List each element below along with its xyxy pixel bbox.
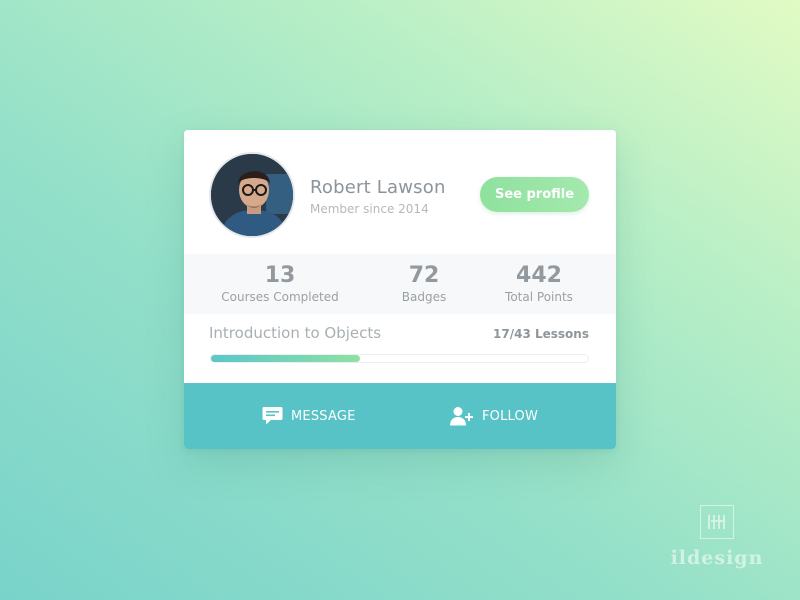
stat-value: 442 <box>516 263 562 288</box>
stat-badges: 72 Badges <box>389 263 459 305</box>
profile-name: Robert Lawson <box>310 177 446 198</box>
progress-track <box>210 354 589 363</box>
chat-bubble-icon <box>262 406 283 426</box>
stat-value: 13 <box>264 263 296 288</box>
add-user-icon <box>450 406 474 426</box>
stat-label: Courses Completed <box>221 290 339 304</box>
profile-card: Robert Lawson Member since 2014 See prof… <box>184 130 616 449</box>
course-title: Introduction to Objects <box>209 324 382 342</box>
stat-label: Badges <box>401 290 447 304</box>
stats-bar: 13 Courses Completed 72 Badges 442 Total… <box>184 254 616 314</box>
follow-button[interactable]: FOLLOW <box>450 383 538 449</box>
watermark-logo: ildesign <box>662 505 772 575</box>
message-button[interactable]: MESSAGE <box>262 383 356 449</box>
member-since: Member since 2014 <box>310 202 429 216</box>
message-label: MESSAGE <box>291 408 356 424</box>
stat-label: Total Points <box>505 290 573 304</box>
progress-fill <box>211 355 361 362</box>
watermark-text: ildesign <box>670 547 764 569</box>
action-footer: MESSAGE FOLLOW <box>184 383 616 449</box>
avatar-photo <box>211 154 293 236</box>
stat-value: 72 <box>408 263 440 288</box>
lessons-count: 17/43 Lessons <box>493 327 589 341</box>
stat-points: 442 Total Points <box>489 263 589 305</box>
stat-courses: 13 Courses Completed <box>220 263 340 305</box>
see-profile-button[interactable]: See profile <box>480 177 589 212</box>
profile-header: Robert Lawson Member since 2014 See prof… <box>184 130 616 254</box>
avatar[interactable] <box>209 152 295 238</box>
follow-label: FOLLOW <box>482 408 539 424</box>
watermark-monogram-icon <box>700 505 734 539</box>
